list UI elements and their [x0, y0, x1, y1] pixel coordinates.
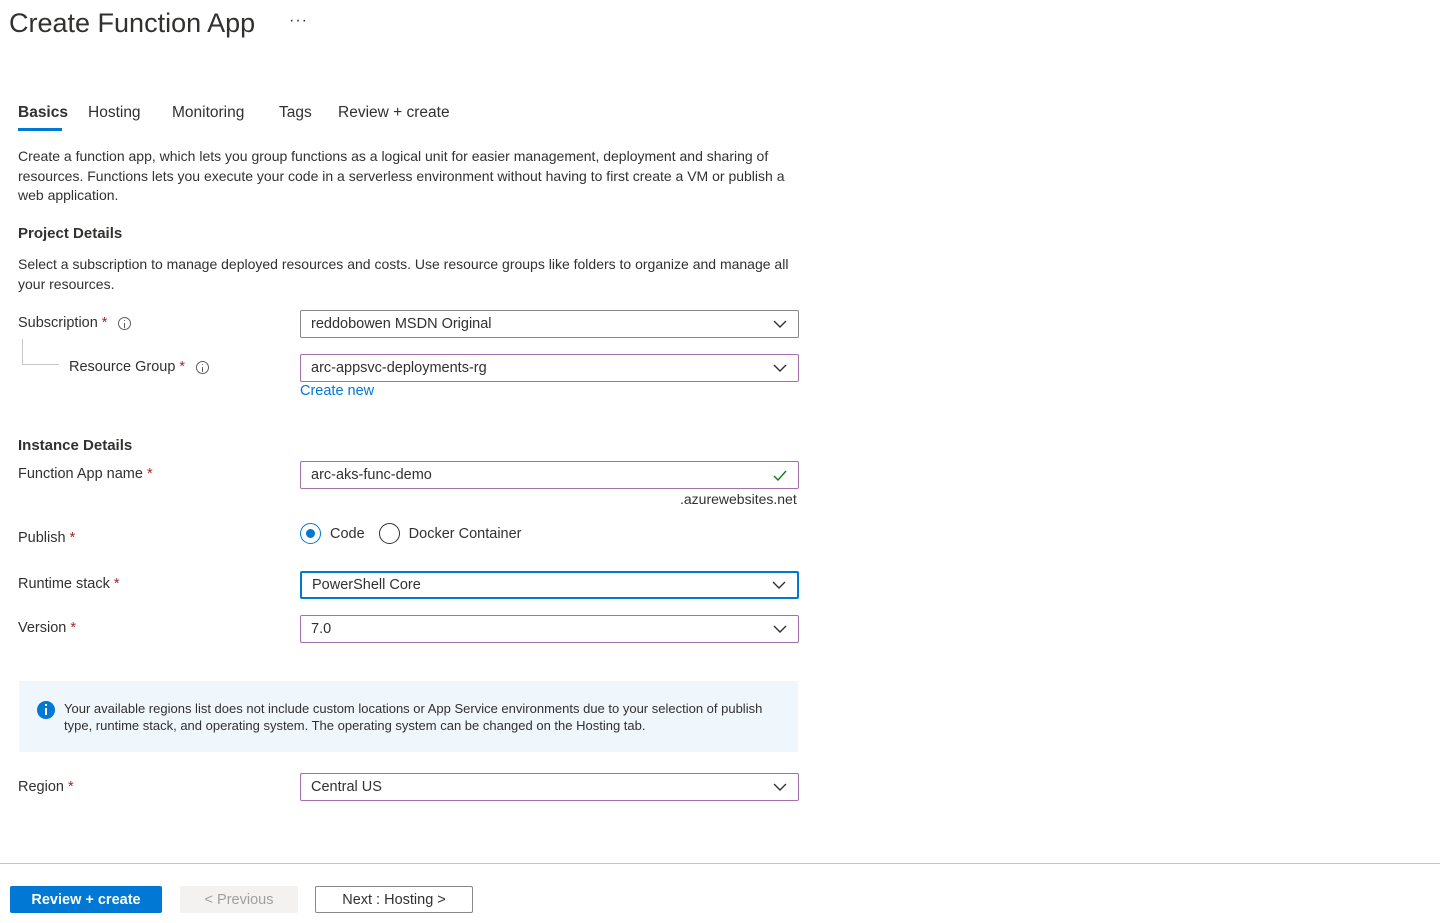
version-value: 7.0	[311, 621, 332, 637]
region-value: Central US	[311, 779, 382, 795]
tab-review-create[interactable]: Review + create	[338, 104, 450, 122]
publish-label: Publish *	[18, 530, 75, 546]
required-marker: *	[69, 530, 76, 546]
required-marker: *	[101, 315, 108, 331]
tree-connector	[22, 339, 23, 365]
runtime-stack-value: PowerShell Core	[312, 577, 421, 593]
publish-code-label[interactable]: Code	[330, 526, 365, 542]
resource-group-label: Resource Group *	[69, 359, 210, 375]
active-tab-indicator	[18, 128, 62, 131]
create-new-link[interactable]: Create new	[300, 383, 374, 399]
function-app-name-input[interactable]	[311, 467, 773, 483]
resource-group-label-text: Resource Group	[69, 359, 176, 375]
runtime-stack-label: Runtime stack *	[18, 576, 120, 592]
tab-hosting[interactable]: Hosting	[88, 104, 141, 122]
tree-connector	[22, 364, 59, 365]
region-label-text: Region	[18, 779, 64, 795]
publish-label-text: Publish	[18, 530, 66, 546]
info-icon	[37, 701, 55, 719]
domain-suffix: .azurewebsites.net	[680, 491, 797, 507]
required-marker: *	[70, 620, 77, 636]
review-create-button[interactable]: Review + create	[10, 886, 162, 913]
previous-button[interactable]: < Previous	[180, 886, 298, 913]
publish-docker-label[interactable]: Docker Container	[409, 526, 522, 542]
required-marker: *	[179, 359, 186, 375]
info-icon[interactable]	[118, 316, 132, 330]
runtime-stack-dropdown[interactable]: PowerShell Core	[300, 571, 799, 599]
chevron-down-icon	[773, 361, 787, 375]
version-label-text: Version	[18, 620, 67, 636]
info-message-box: Your available regions list does not inc…	[19, 681, 798, 752]
subscription-dropdown[interactable]: reddobowen MSDN Original	[300, 310, 799, 338]
tab-basics[interactable]: Basics	[18, 104, 68, 122]
intro-description: Create a function app, which lets you gr…	[18, 148, 785, 203]
function-app-name-field[interactable]	[300, 461, 799, 489]
region-dropdown[interactable]: Central US	[300, 773, 799, 801]
page-title: Create Function App	[9, 8, 256, 38]
region-label: Region *	[18, 779, 74, 795]
project-details-description: Select a subscription to manage deployed…	[18, 256, 789, 292]
required-marker: *	[146, 466, 153, 482]
info-icon[interactable]	[196, 360, 210, 374]
required-marker: *	[67, 779, 74, 795]
required-marker: *	[113, 576, 120, 592]
chevron-down-icon	[773, 317, 787, 331]
subscription-label-text: Subscription	[18, 315, 98, 331]
checkmark-icon	[773, 468, 787, 482]
project-details-heading: Project Details	[18, 225, 123, 242]
version-dropdown[interactable]: 7.0	[300, 615, 799, 643]
function-app-name-label-text: Function App name	[18, 466, 143, 482]
runtime-stack-label-text: Runtime stack	[18, 576, 110, 592]
chevron-down-icon	[772, 578, 786, 592]
chevron-down-icon	[773, 622, 787, 636]
resource-group-dropdown[interactable]: arc-appsvc-deployments-rg	[300, 354, 799, 382]
subscription-value: reddobowen MSDN Original	[311, 316, 492, 332]
chevron-down-icon	[773, 780, 787, 794]
instance-details-heading: Instance Details	[18, 437, 133, 454]
footer-divider	[0, 863, 1440, 864]
next-hosting-button[interactable]: Next : Hosting >	[315, 886, 473, 913]
tab-monitoring[interactable]: Monitoring	[172, 104, 244, 122]
info-message-text: Your available regions list does not inc…	[64, 701, 763, 733]
version-label: Version *	[18, 620, 76, 636]
resource-group-value: arc-appsvc-deployments-rg	[311, 360, 487, 376]
publish-code-radio[interactable]	[300, 523, 321, 544]
subscription-label: Subscription *	[18, 315, 132, 331]
publish-docker-radio[interactable]	[378, 523, 400, 544]
publish-radio-group: Code Docker Container	[300, 523, 536, 544]
function-app-name-label: Function App name *	[18, 466, 153, 482]
more-options-icon[interactable]: ···	[289, 12, 308, 30]
tab-tags[interactable]: Tags	[279, 104, 312, 122]
